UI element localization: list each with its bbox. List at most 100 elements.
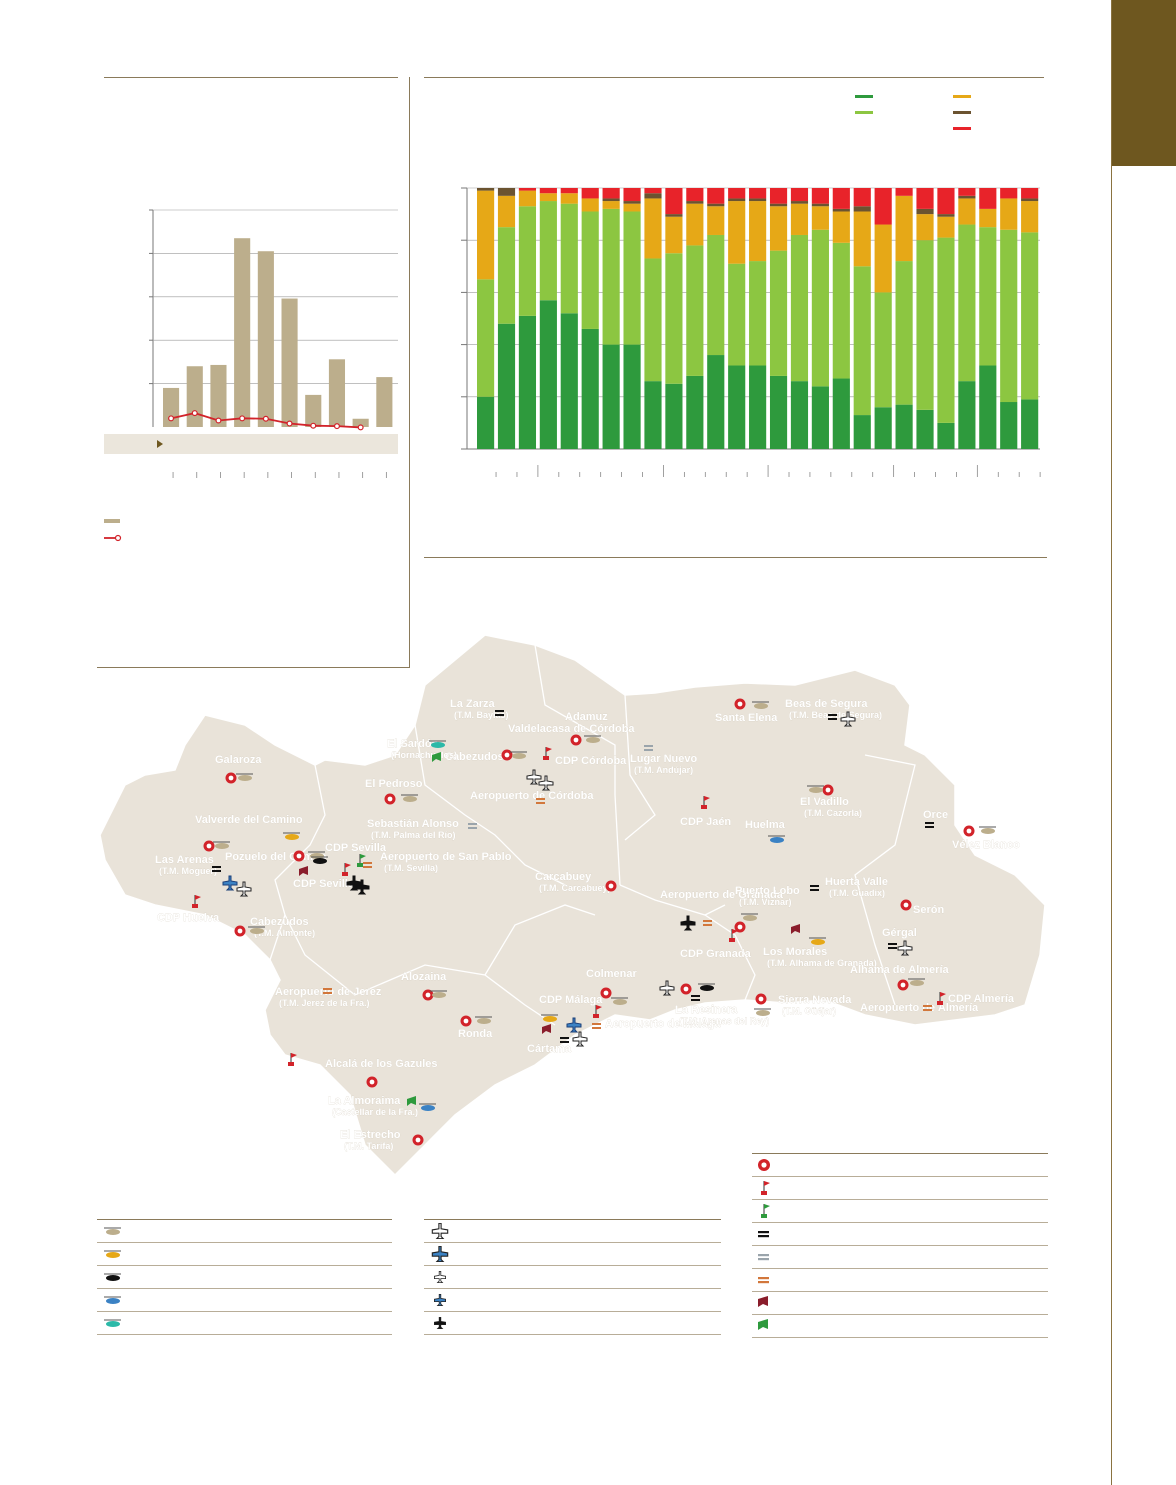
stacked-bar-segment [958,224,976,382]
map-place-subtitle: (T.M. Palma del Río) [371,830,456,840]
equal-icon [495,710,504,712]
stacked-bar-segment [874,292,892,408]
stacked-bar-segment [874,407,892,449]
stacked-bar-segment [979,365,997,449]
legend-swatch-dark-green [855,95,873,98]
map-place-subtitle: (T.M. Tarifa) [344,1141,393,1151]
flag-base [701,805,707,809]
cdf-circle-icon-center [504,752,510,758]
stacked-bar-segment [811,188,829,204]
legend-row [752,1177,1048,1200]
legend-row [752,1315,1048,1338]
stacked-bar-segment [1021,232,1039,400]
equal-icon [592,1027,601,1029]
stacked-bar-segment [790,188,809,202]
stacked-bar-segment [1021,399,1039,449]
stacked-bar-segment [686,201,704,204]
left-panel-top-rule [104,77,398,78]
cdf-circle-icon-center [608,883,614,889]
legend-swatch-brown [953,111,971,114]
map-place-subtitle: (T.M. Andújar) [634,765,693,775]
map-place-name: El Vadillo [800,796,849,808]
stacked-bar-segment [728,188,746,199]
stacked-bar-segment [958,195,976,199]
stacked-bar-segment [790,381,809,449]
stacked-bar-segment [581,211,599,329]
map-place-name: Los Morales [763,946,827,958]
legend-row [752,1154,1048,1177]
legend-row [97,1220,392,1243]
left-chart-bar [376,377,393,427]
stacked-bar-segment [832,208,850,212]
stacked-bar-segment [518,206,537,316]
map-place-name: Carcabuey [535,871,592,883]
legend-swatch-light-green [855,111,873,114]
equal-icon [495,714,504,716]
cdf-circle-icon-center [683,986,689,992]
legend-row [752,1223,1048,1246]
stacked-bar-segment [1021,188,1039,199]
stacked-bar-segment [581,188,599,199]
left-chart-bar [257,251,274,427]
legend-row [752,1200,1048,1223]
stacked-bar-segment [853,211,871,267]
flag-green-icon [761,1204,770,1218]
flag-base [593,1014,599,1018]
map-place-subtitle: (T.M. Víznar) [739,897,792,907]
left-chart-bar [234,238,251,427]
map-place-name: Vélez Blanco [952,839,1020,851]
map-place-name: La Resinera [675,1004,738,1016]
cdf-circle-icon-center [966,828,972,834]
stacked-bar-segment [728,198,746,202]
stacked-bar-segment [602,201,620,209]
helicopter-icon [700,985,714,991]
equal-icon [888,943,897,945]
helicopter-icon [981,828,995,834]
stacked-bar-segment [790,234,809,382]
map-place-subtitle: (Hornachuelos) [391,750,457,760]
stacked-bar-segment [749,198,767,202]
map-place-name: El Sardón [387,738,439,750]
stacked-bar-segment [853,188,871,207]
stacked-bar-segment [623,211,641,345]
stacked-bar-segment [853,206,871,212]
stacked-bar-segment [560,193,578,204]
left-chart-line-point [286,420,293,427]
map-place-name: CDP Granada [680,948,752,960]
helicopter-icon [310,853,324,859]
stacked-bar-segment [749,365,767,449]
stacked-bar-segment [916,240,934,410]
flag-base [342,872,348,876]
stacked-bar-segment [644,381,662,449]
stacked-chart-bars [477,188,1039,449]
stacked-bar-segment [686,375,704,449]
stacked-bar-segment [497,195,516,228]
map-place-name: Santa Elena [715,712,778,724]
flag-base [288,1062,294,1066]
legend-row [752,1269,1048,1292]
stacked-bar-segment [811,229,829,387]
left-chart-line-point [333,423,340,430]
left-chart-bars [163,238,393,427]
map-place-subtitle: (T.M. Almonte) [254,928,315,938]
helicopter-black-icon [104,1273,121,1281]
stacked-bar-segment [707,234,725,356]
map-place-name: Colmenar [586,968,637,980]
map-place-name: Ronda [458,1028,493,1040]
cdf-circle-icon-center [296,853,302,859]
stacked-bar-segment [811,203,829,207]
stacked-bar-segment [560,188,578,194]
equal-icon [925,822,934,824]
stacked-bar-segment [518,188,537,191]
stacked-bar-segment [832,242,850,379]
map-place-name: Lugar Nuevo [630,753,698,765]
map-place-name: Las Arenas [155,854,214,866]
stacked-bar-segment [665,214,683,217]
stacked-bar-segment [728,201,746,264]
equal-icon [592,1023,601,1025]
cdf-circle-icon-center [903,902,909,908]
map-place-name: CDP Almería [948,993,1015,1005]
stacked-bar-segment [1000,188,1018,199]
helicopter-icon [431,742,445,748]
stacked-bar-segment [707,188,725,204]
